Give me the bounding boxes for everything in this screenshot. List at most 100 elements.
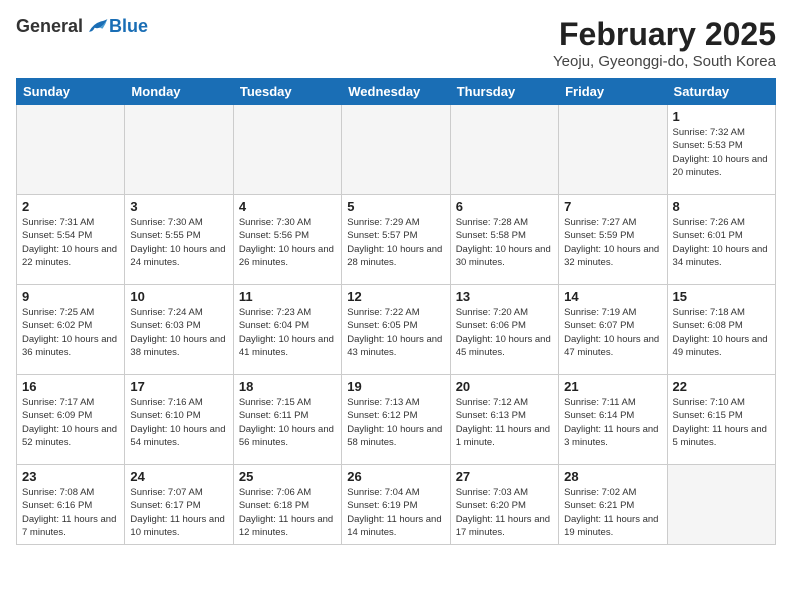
day-number: 21 bbox=[564, 379, 661, 394]
day-info: Sunrise: 7:15 AM Sunset: 6:11 PM Dayligh… bbox=[239, 396, 336, 449]
calendar-cell: 13 Sunrise: 7:20 AM Sunset: 6:06 PM Dayli… bbox=[450, 285, 558, 375]
day-info: Sunrise: 7:07 AM Sunset: 6:17 PM Dayligh… bbox=[130, 486, 227, 539]
calendar-week-5: 23 Sunrise: 7:08 AM Sunset: 6:16 PM Dayli… bbox=[17, 465, 776, 545]
day-number: 12 bbox=[347, 289, 444, 304]
calendar-cell: 24 Sunrise: 7:07 AM Sunset: 6:17 PM Dayli… bbox=[125, 465, 233, 545]
calendar-cell: 8 Sunrise: 7:26 AM Sunset: 6:01 PM Daylig… bbox=[667, 195, 775, 285]
day-info: Sunrise: 7:31 AM Sunset: 5:54 PM Dayligh… bbox=[22, 216, 119, 269]
day-info: Sunrise: 7:19 AM Sunset: 6:07 PM Dayligh… bbox=[564, 306, 661, 359]
day-number: 25 bbox=[239, 469, 336, 484]
calendar-cell: 2Sunrise: 7:31 AM Sunset: 5:54 PM Daylig… bbox=[17, 195, 125, 285]
day-info: Sunrise: 7:30 AM Sunset: 5:55 PM Dayligh… bbox=[130, 216, 227, 269]
logo: General Blue bbox=[16, 16, 148, 37]
logo-blue-text: Blue bbox=[109, 16, 148, 37]
day-header-saturday: Saturday bbox=[667, 79, 775, 105]
calendar-cell: 16 Sunrise: 7:17 AM Sunset: 6:09 PM Dayli… bbox=[17, 375, 125, 465]
calendar-header-row: SundayMondayTuesdayWednesdayThursdayFrid… bbox=[17, 79, 776, 105]
calendar-cell: 4Sunrise: 7:30 AM Sunset: 5:56 PM Daylig… bbox=[233, 195, 341, 285]
calendar-title: February 2025 bbox=[553, 16, 776, 53]
calendar-cell: 14 Sunrise: 7:19 AM Sunset: 6:07 PM Dayli… bbox=[559, 285, 667, 375]
calendar-cell: 12 Sunrise: 7:22 AM Sunset: 6:05 PM Dayli… bbox=[342, 285, 450, 375]
day-number: 14 bbox=[564, 289, 661, 304]
day-number: 10 bbox=[130, 289, 227, 304]
day-info: Sunrise: 7:17 AM Sunset: 6:09 PM Dayligh… bbox=[22, 396, 119, 449]
calendar-cell: 7 Sunrise: 7:27 AM Sunset: 5:59 PM Daylig… bbox=[559, 195, 667, 285]
day-info: Sunrise: 7:08 AM Sunset: 6:16 PM Dayligh… bbox=[22, 486, 119, 539]
calendar-cell bbox=[450, 105, 558, 195]
calendar-cell: 20Sunrise: 7:12 AM Sunset: 6:13 PM Dayli… bbox=[450, 375, 558, 465]
day-info: Sunrise: 7:30 AM Sunset: 5:56 PM Dayligh… bbox=[239, 216, 336, 269]
calendar-table: SundayMondayTuesdayWednesdayThursdayFrid… bbox=[16, 78, 776, 545]
logo-general-text: General bbox=[16, 16, 83, 37]
day-number: 23 bbox=[22, 469, 119, 484]
day-number: 19 bbox=[347, 379, 444, 394]
day-number: 5 bbox=[347, 199, 444, 214]
calendar-subtitle: Yeoju, Gyeonggi-do, South Korea bbox=[553, 53, 776, 70]
calendar-cell bbox=[233, 105, 341, 195]
day-number: 16 bbox=[22, 379, 119, 394]
calendar-cell: 25 Sunrise: 7:06 AM Sunset: 6:18 PM Dayli… bbox=[233, 465, 341, 545]
day-number: 24 bbox=[130, 469, 227, 484]
day-info: Sunrise: 7:02 AM Sunset: 6:21 PM Dayligh… bbox=[564, 486, 661, 539]
calendar-cell: 19 Sunrise: 7:13 AM Sunset: 6:12 PM Dayli… bbox=[342, 375, 450, 465]
day-info: Sunrise: 7:13 AM Sunset: 6:12 PM Dayligh… bbox=[347, 396, 444, 449]
calendar-cell: 3 Sunrise: 7:30 AM Sunset: 5:55 PM Daylig… bbox=[125, 195, 233, 285]
calendar-cell bbox=[17, 105, 125, 195]
calendar-cell: 26Sunrise: 7:04 AM Sunset: 6:19 PM Dayli… bbox=[342, 465, 450, 545]
day-info: Sunrise: 7:20 AM Sunset: 6:06 PM Dayligh… bbox=[456, 306, 553, 359]
day-header-monday: Monday bbox=[125, 79, 233, 105]
day-number: 27 bbox=[456, 469, 553, 484]
logo-bird-icon bbox=[85, 17, 109, 37]
day-number: 13 bbox=[456, 289, 553, 304]
day-number: 17 bbox=[130, 379, 227, 394]
calendar-week-2: 2Sunrise: 7:31 AM Sunset: 5:54 PM Daylig… bbox=[17, 195, 776, 285]
day-number: 6 bbox=[456, 199, 553, 214]
day-info: Sunrise: 7:32 AM Sunset: 5:53 PM Dayligh… bbox=[673, 126, 770, 179]
day-number: 15 bbox=[673, 289, 770, 304]
calendar-cell: 11 Sunrise: 7:23 AM Sunset: 6:04 PM Dayli… bbox=[233, 285, 341, 375]
day-header-thursday: Thursday bbox=[450, 79, 558, 105]
day-info: Sunrise: 7:03 AM Sunset: 6:20 PM Dayligh… bbox=[456, 486, 553, 539]
day-info: Sunrise: 7:29 AM Sunset: 5:57 PM Dayligh… bbox=[347, 216, 444, 269]
day-info: Sunrise: 7:10 AM Sunset: 6:15 PM Dayligh… bbox=[673, 396, 770, 449]
calendar-cell bbox=[559, 105, 667, 195]
calendar-cell: 5 Sunrise: 7:29 AM Sunset: 5:57 PM Daylig… bbox=[342, 195, 450, 285]
day-info: Sunrise: 7:24 AM Sunset: 6:03 PM Dayligh… bbox=[130, 306, 227, 359]
calendar-cell: 1 Sunrise: 7:32 AM Sunset: 5:53 PM Daylig… bbox=[667, 105, 775, 195]
calendar-cell: 15 Sunrise: 7:18 AM Sunset: 6:08 PM Dayli… bbox=[667, 285, 775, 375]
calendar-week-4: 16 Sunrise: 7:17 AM Sunset: 6:09 PM Dayli… bbox=[17, 375, 776, 465]
day-number: 3 bbox=[130, 199, 227, 214]
day-info: Sunrise: 7:04 AM Sunset: 6:19 PM Dayligh… bbox=[347, 486, 444, 539]
day-info: Sunrise: 7:06 AM Sunset: 6:18 PM Dayligh… bbox=[239, 486, 336, 539]
calendar-cell: 28Sunrise: 7:02 AM Sunset: 6:21 PM Dayli… bbox=[559, 465, 667, 545]
day-info: Sunrise: 7:23 AM Sunset: 6:04 PM Dayligh… bbox=[239, 306, 336, 359]
calendar-cell: 23 Sunrise: 7:08 AM Sunset: 6:16 PM Dayli… bbox=[17, 465, 125, 545]
day-info: Sunrise: 7:16 AM Sunset: 6:10 PM Dayligh… bbox=[130, 396, 227, 449]
calendar-cell: 6Sunrise: 7:28 AM Sunset: 5:58 PM Daylig… bbox=[450, 195, 558, 285]
day-header-tuesday: Tuesday bbox=[233, 79, 341, 105]
calendar-cell: 27 Sunrise: 7:03 AM Sunset: 6:20 PM Dayli… bbox=[450, 465, 558, 545]
day-number: 20 bbox=[456, 379, 553, 394]
day-info: Sunrise: 7:26 AM Sunset: 6:01 PM Dayligh… bbox=[673, 216, 770, 269]
day-info: Sunrise: 7:22 AM Sunset: 6:05 PM Dayligh… bbox=[347, 306, 444, 359]
day-info: Sunrise: 7:27 AM Sunset: 5:59 PM Dayligh… bbox=[564, 216, 661, 269]
day-number: 7 bbox=[564, 199, 661, 214]
calendar-cell bbox=[342, 105, 450, 195]
day-number: 18 bbox=[239, 379, 336, 394]
calendar-cell: 17 Sunrise: 7:16 AM Sunset: 6:10 PM Dayli… bbox=[125, 375, 233, 465]
day-number: 22 bbox=[673, 379, 770, 394]
day-number: 1 bbox=[673, 109, 770, 124]
day-number: 9 bbox=[22, 289, 119, 304]
day-number: 8 bbox=[673, 199, 770, 214]
calendar-cell: 21 Sunrise: 7:11 AM Sunset: 6:14 PM Dayli… bbox=[559, 375, 667, 465]
day-number: 11 bbox=[239, 289, 336, 304]
calendar-cell: 10 Sunrise: 7:24 AM Sunset: 6:03 PM Dayli… bbox=[125, 285, 233, 375]
page-header: General Blue February 2025 Yeoju, Gyeong… bbox=[16, 16, 776, 70]
day-info: Sunrise: 7:11 AM Sunset: 6:14 PM Dayligh… bbox=[564, 396, 661, 449]
day-info: Sunrise: 7:18 AM Sunset: 6:08 PM Dayligh… bbox=[673, 306, 770, 359]
calendar-cell: 9 Sunrise: 7:25 AM Sunset: 6:02 PM Daylig… bbox=[17, 285, 125, 375]
calendar-cell: 22 Sunrise: 7:10 AM Sunset: 6:15 PM Dayli… bbox=[667, 375, 775, 465]
day-info: Sunrise: 7:25 AM Sunset: 6:02 PM Dayligh… bbox=[22, 306, 119, 359]
calendar-cell bbox=[125, 105, 233, 195]
day-header-sunday: Sunday bbox=[17, 79, 125, 105]
